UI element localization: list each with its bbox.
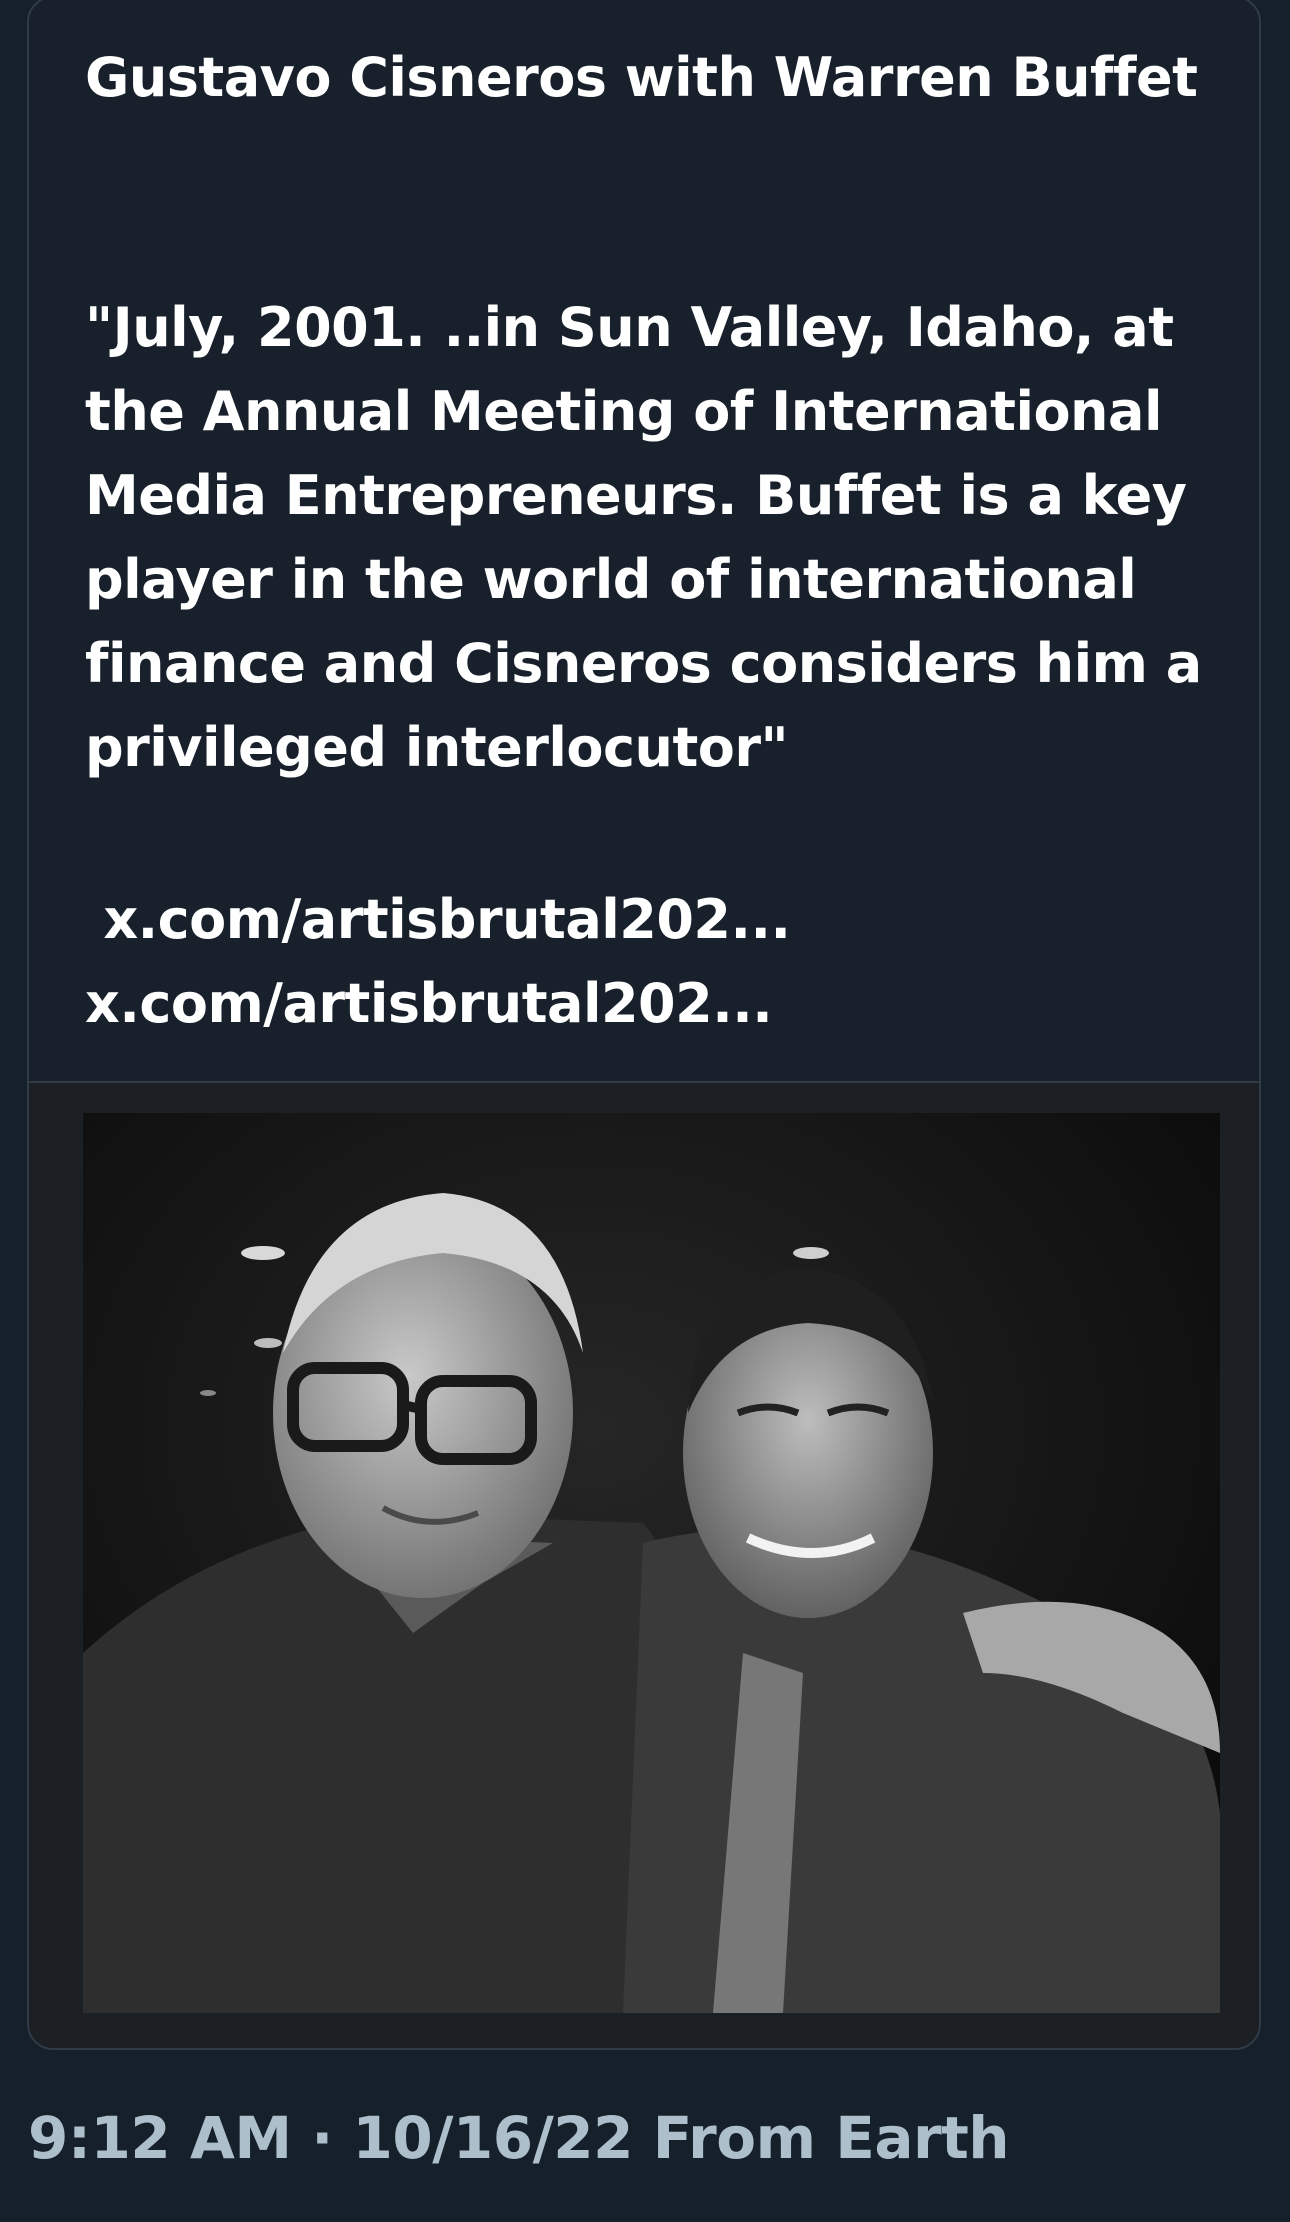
- quoted-tweet-link-2[interactable]: x.com/artisbrutal202...: [85, 972, 773, 1035]
- tweet-time[interactable]: 9:12 AM: [28, 2104, 292, 2172]
- quoted-tweet-card[interactable]: Gustavo Cisneros with Warren Buffet "Jul…: [27, 0, 1261, 2050]
- quoted-tweet-media[interactable]: [29, 1083, 1259, 2048]
- tweet-source: From Earth: [652, 2104, 1010, 2172]
- quoted-tweet-body: "July, 2001. ..in Sun Valley, Idaho, at …: [85, 296, 1202, 779]
- quoted-tweet-links: x.com/artisbrutal202... x.com/artisbruta…: [85, 878, 1235, 1046]
- tweet-meta-separator: ·: [311, 2104, 333, 2172]
- tweet-date[interactable]: 10/16/22: [353, 2104, 634, 2172]
- quoted-tweet-title: Gustavo Cisneros with Warren Buffet: [85, 46, 1198, 109]
- quoted-tweet-link-1[interactable]: x.com/artisbrutal202...: [103, 888, 791, 951]
- quoted-tweet-text: Gustavo Cisneros with Warren Buffet "Jul…: [29, 0, 1259, 1083]
- tweet-photo[interactable]: [83, 1113, 1220, 2013]
- tweet-timestamp: 9:12 AM · 10/16/22 From Earth: [28, 2098, 1010, 2178]
